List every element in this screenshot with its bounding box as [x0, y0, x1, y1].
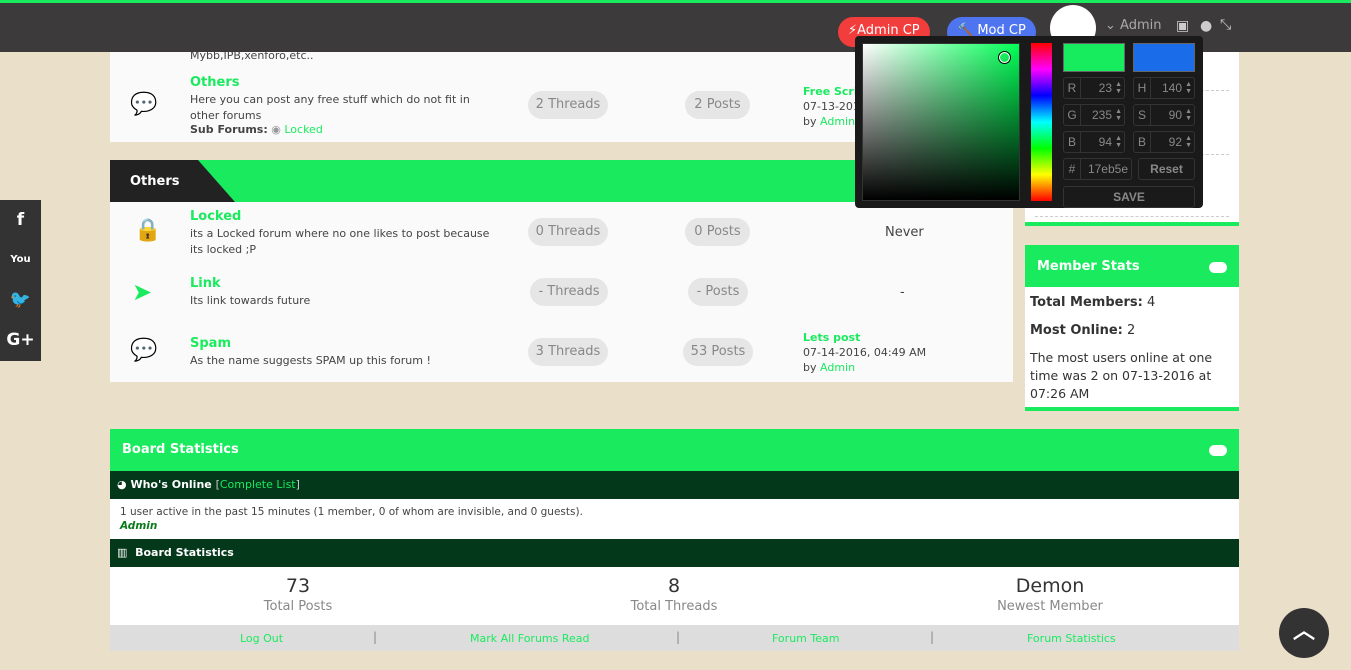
- complete-list-link[interactable]: Complete List: [220, 478, 296, 491]
- youtube-icon[interactable]: You: [0, 240, 41, 280]
- toggle-switch[interactable]: [1209, 262, 1227, 273]
- droplet-icon[interactable]: ●: [1200, 18, 1212, 34]
- compress-icon[interactable]: ⤡: [1220, 17, 1231, 33]
- online-user-link[interactable]: Admin: [120, 519, 1229, 533]
- scroll-top-button[interactable]: ︿: [1279, 608, 1329, 658]
- hue-input[interactable]: 140: [1162, 78, 1182, 98]
- picker-handle[interactable]: [998, 51, 1011, 64]
- board-statistics: Board Statistics ◕ Who's Online [Complet…: [110, 429, 1239, 651]
- image-icon[interactable]: ▣: [1176, 18, 1189, 34]
- red-input[interactable]: 23: [1099, 78, 1112, 98]
- mark-read-link[interactable]: Mark All Forums Read: [470, 632, 590, 645]
- forum-statistics-link[interactable]: Forum Statistics: [1027, 632, 1116, 645]
- brightness-input[interactable]: 92: [1169, 132, 1182, 152]
- saturation-area[interactable]: [862, 43, 1020, 201]
- google-plus-icon[interactable]: G+: [0, 320, 41, 360]
- logout-link[interactable]: Log Out: [240, 632, 283, 645]
- comments-icon: 💬: [130, 338, 158, 363]
- user-menu[interactable]: ⌄ Admin: [1105, 18, 1161, 33]
- color-picker: R 23 ▲ ▼ H 140 ▲ ▼ G 235 ▲ ▼ S 90 ▲ ▼ B 94 ▲ ▼ B 92 ▲ ▼ #1…: [855, 36, 1203, 208]
- newest-member-link[interactable]: Demon: [900, 575, 1200, 597]
- facebook-icon[interactable]: f: [0, 200, 41, 240]
- previous-color-swatch: [1133, 43, 1195, 72]
- hue-slider[interactable]: [1031, 43, 1052, 201]
- bar-chart-icon: ▥: [117, 546, 128, 559]
- member-stats-widget: Member Stats Total Members: 4 Most Onlin…: [1025, 245, 1239, 411]
- forum-title-others[interactable]: Others: [190, 75, 240, 90]
- toggle-switch[interactable]: [1209, 445, 1227, 456]
- lock-icon: 🔒: [134, 218, 162, 243]
- location-arrow-icon: ➤: [132, 278, 153, 306]
- globe-icon: ◕: [117, 478, 127, 491]
- twitter-icon[interactable]: 🐦: [0, 280, 41, 320]
- reset-button[interactable]: Reset: [1138, 158, 1195, 180]
- current-color-swatch: [1063, 43, 1125, 72]
- save-button[interactable]: SAVE: [1063, 186, 1195, 208]
- hex-input[interactable]: 17eb5e: [1088, 159, 1128, 179]
- comments-icon: 💬: [130, 92, 158, 117]
- social-bar: f You 🐦 G+: [0, 200, 41, 361]
- forum-team-link[interactable]: Forum Team: [772, 632, 839, 645]
- saturation-input[interactable]: 90: [1169, 105, 1182, 125]
- blue-input[interactable]: 94: [1099, 132, 1112, 152]
- green-input[interactable]: 235: [1092, 105, 1112, 125]
- category-forums: 🔒 Locked its a Locked forum where no one…: [110, 202, 1013, 382]
- subforum-link[interactable]: Locked: [284, 123, 322, 136]
